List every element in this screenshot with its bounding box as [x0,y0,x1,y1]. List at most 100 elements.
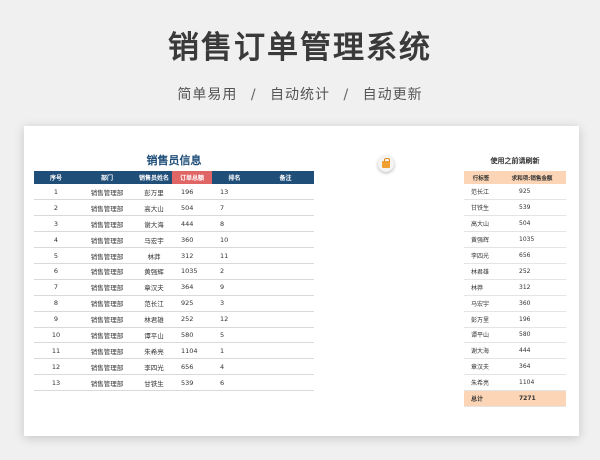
table-cell[interactable]: 504 [172,199,212,217]
table-cell[interactable]: 黄强辉 [464,231,498,249]
table-cell[interactable]: 3 [34,215,78,233]
table-cell[interactable]: 312 [498,279,566,296]
table-cell[interactable]: 销售管理部 [78,342,136,360]
table-cell[interactable]: 925 [498,184,566,201]
column-header[interactable]: 订单总额 [172,171,212,184]
table-cell[interactable]: 林君雄 [136,311,172,328]
table-cell[interactable]: 谢大海 [136,215,172,233]
table-cell[interactable]: 李四光 [136,358,172,376]
table-cell[interactable]: 销售管理部 [78,358,136,376]
table-cell[interactable]: 谭平山 [464,327,498,344]
table-cell[interactable]: 彭万里 [464,311,498,328]
table-cell[interactable]: 364 [172,279,212,296]
table-cell[interactable]: 312 [172,247,212,264]
table-cell[interactable]: 11 [212,247,257,264]
table-cell[interactable] [257,215,314,233]
table-cell[interactable]: 2 [34,199,78,217]
table-cell[interactable]: 谭平山 [136,327,172,344]
column-header[interactable]: 销售员姓名 [136,171,172,184]
table-cell[interactable]: 5 [34,247,78,264]
table-cell[interactable]: 444 [498,342,566,360]
table-cell[interactable]: 1035 [172,263,212,280]
table-cell[interactable]: 360 [498,295,566,312]
table-cell[interactable]: 销售管理部 [78,279,136,296]
table-cell[interactable]: 销售管理部 [78,374,136,392]
table-cell[interactable]: 364 [498,358,566,376]
table-cell[interactable]: 12 [34,358,78,376]
table-cell[interactable]: 13 [34,374,78,392]
table-cell[interactable]: 4 [34,231,78,249]
table-cell[interactable] [257,199,314,217]
table-cell[interactable]: 林莽 [136,247,172,264]
table-cell[interactable]: 925 [172,295,212,312]
table-cell[interactable]: 12 [212,311,257,328]
table-cell[interactable]: 销售管理部 [78,263,136,280]
table-cell[interactable]: 10 [34,327,78,344]
table-cell[interactable]: 销售管理部 [78,247,136,264]
table-cell[interactable]: 林莽 [464,279,498,296]
table-cell[interactable]: 6 [34,263,78,280]
table-cell[interactable]: 朱希亮 [136,342,172,360]
table-cell[interactable]: 13 [212,184,257,201]
column-header[interactable]: 排名 [212,171,257,184]
table-cell[interactable]: 8 [34,295,78,312]
table-cell[interactable] [257,247,314,264]
table-cell[interactable]: 高大山 [464,215,498,233]
table-cell[interactable]: 黄强辉 [136,263,172,280]
table-cell[interactable]: 1 [212,342,257,360]
table-cell[interactable]: 4 [212,358,257,376]
table-cell[interactable]: 2 [212,263,257,280]
table-cell[interactable]: 539 [498,199,566,217]
table-cell[interactable]: 销售管理部 [78,327,136,344]
table-cell[interactable]: 8 [212,215,257,233]
table-cell[interactable]: 李四光 [464,247,498,264]
table-cell[interactable]: 范长江 [136,295,172,312]
table-cell[interactable] [257,327,314,344]
table-cell[interactable] [257,358,314,376]
table-cell[interactable] [257,231,314,249]
table-cell[interactable]: 10 [212,231,257,249]
column-header[interactable]: 备注 [257,171,314,184]
table-cell[interactable]: 朱希亮 [464,374,498,392]
table-cell[interactable]: 252 [172,311,212,328]
table-cell[interactable]: 林君雄 [464,263,498,280]
table-cell[interactable]: 360 [172,231,212,249]
table-cell[interactable]: 444 [172,215,212,233]
table-cell[interactable]: 252 [498,263,566,280]
table-cell[interactable]: 11 [34,342,78,360]
table-cell[interactable]: 销售管理部 [78,231,136,249]
table-cell[interactable]: 7 [34,279,78,296]
table-cell[interactable]: 6 [212,374,257,392]
table-cell[interactable]: 656 [172,358,212,376]
column-header[interactable]: 部门 [78,171,136,184]
table-cell[interactable]: 580 [172,327,212,344]
table-cell[interactable]: 1035 [498,231,566,249]
table-cell[interactable]: 销售管理部 [78,295,136,312]
table-cell[interactable]: 196 [172,184,212,201]
table-cell[interactable]: 高大山 [136,199,172,217]
refresh-button[interactable] [378,156,394,172]
table-cell[interactable]: 1 [34,184,78,201]
table-cell[interactable]: 范长江 [464,184,498,201]
column-header[interactable]: 行标签 [464,171,498,184]
table-cell[interactable]: 539 [172,374,212,392]
table-cell[interactable] [257,311,314,328]
table-cell[interactable]: 580 [498,327,566,344]
table-cell[interactable] [257,263,314,280]
table-cell[interactable]: 9 [212,279,257,296]
table-cell[interactable]: 3 [212,295,257,312]
table-cell[interactable] [257,184,314,201]
column-header[interactable]: 求和项:销售金额 [498,171,566,184]
table-cell[interactable]: 销售管理部 [78,199,136,217]
table-cell[interactable] [257,342,314,360]
table-cell[interactable] [257,279,314,296]
table-cell[interactable]: 马宏宇 [136,231,172,249]
table-cell[interactable]: 谢大海 [464,342,498,360]
table-cell[interactable]: 章汉夫 [464,358,498,376]
table-cell[interactable] [257,374,314,392]
table-cell[interactable]: 销售管理部 [78,215,136,233]
table-cell[interactable]: 7 [212,199,257,217]
table-cell[interactable]: 504 [498,215,566,233]
table-cell[interactable]: 章汉夫 [136,279,172,296]
table-cell[interactable]: 销售管理部 [78,311,136,328]
